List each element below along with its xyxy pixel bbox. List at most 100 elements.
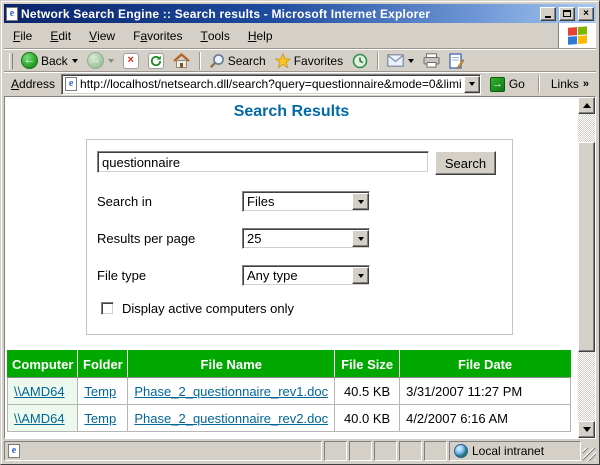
globe-icon: [454, 444, 468, 458]
results-header-row: Computer Folder File Name File Size File…: [8, 351, 571, 378]
header-file-name: File Name: [128, 351, 335, 378]
history-button[interactable]: [348, 51, 372, 71]
title-bar[interactable]: e Network Search Engine :: Search result…: [4, 4, 596, 23]
results-per-page-select[interactable]: 25: [242, 228, 370, 249]
active-computers-label: Display active computers only: [122, 301, 294, 316]
file-date-cell: 4/2/2007 6:16 AM: [400, 405, 571, 432]
header-file-date: File Date: [400, 351, 571, 378]
window-title: Network Search Engine :: Search results …: [21, 7, 537, 21]
header-file-size: File Size: [335, 351, 400, 378]
scrollbar-thumb[interactable]: [578, 142, 595, 352]
file-size-cell: 40.0 KB: [335, 405, 400, 432]
menu-help[interactable]: Help: [239, 23, 282, 48]
back-button[interactable]: ← Back: [17, 51, 82, 71]
mail-icon: [387, 54, 404, 67]
minimize-button[interactable]: [540, 7, 556, 21]
favorites-button[interactable]: Favorites: [271, 51, 347, 71]
go-arrow-icon: →: [490, 77, 505, 92]
table-row: \\AMD64 Temp Phase_2_questionnaire_rev1.…: [8, 378, 571, 405]
active-computers-checkbox[interactable]: [101, 302, 114, 315]
refresh-icon: [148, 53, 164, 69]
address-label-rest: ddress: [19, 77, 55, 91]
menu-items: File Edit View Favorites Tools Help: [4, 23, 558, 48]
refresh-button[interactable]: [144, 51, 168, 71]
file-date-cell: 3/31/2007 11:27 PM: [400, 378, 571, 405]
results-per-page-label: Results per page: [97, 231, 242, 246]
select-arrow-button[interactable]: [352, 230, 369, 247]
ie-page-icon: e: [8, 444, 20, 458]
search-form: questionnaire Search Search in Files Res…: [86, 139, 513, 335]
status-pane-main: e: [4, 441, 322, 461]
query-row: questionnaire Search: [97, 151, 512, 175]
browser-window: e Network Search Engine :: Search result…: [0, 0, 600, 465]
address-label: Address: [7, 77, 57, 91]
menu-edit[interactable]: Edit: [41, 23, 80, 48]
toolbar-separator: [538, 75, 539, 93]
scroll-up-button[interactable]: [578, 97, 595, 114]
address-dropdown-button[interactable]: [464, 76, 480, 93]
back-dropdown-icon: [72, 59, 78, 63]
address-url-text: http://localhost/netsearch.dll/search?qu…: [80, 77, 461, 91]
menu-view[interactable]: View: [80, 23, 124, 48]
computer-link[interactable]: \\AMD64: [14, 384, 65, 399]
folder-link[interactable]: Temp: [84, 411, 116, 426]
triangle-down-icon: [583, 427, 591, 432]
triangle-up-icon: [583, 103, 591, 108]
toolbar-grip[interactable]: [9, 53, 13, 69]
results-per-page-value: 25: [243, 231, 352, 246]
minimize-icon: [545, 16, 551, 18]
menu-tools[interactable]: Tools: [191, 23, 238, 48]
maximize-icon: [563, 10, 571, 17]
results-per-page-row: Results per page 25: [97, 228, 512, 249]
print-icon: [423, 53, 440, 68]
forward-icon: →: [87, 52, 104, 69]
mail-dropdown-icon: [408, 59, 414, 63]
status-pane: [424, 441, 447, 461]
toolbar-separator: [377, 52, 378, 70]
folder-link[interactable]: Temp: [84, 384, 116, 399]
resize-grip[interactable]: [583, 448, 596, 461]
vertical-scrollbar[interactable]: [578, 97, 595, 438]
header-computer: Computer: [8, 351, 78, 378]
go-button[interactable]: → Go: [485, 74, 530, 95]
file-name-link[interactable]: Phase_2_questionnaire_rev1.doc: [134, 384, 328, 399]
status-pane: [399, 441, 422, 461]
ie-page-icon: e: [65, 77, 77, 91]
back-label: Back: [41, 54, 68, 68]
file-size-cell: 40.5 KB: [335, 378, 400, 405]
file-name-link[interactable]: Phase_2_questionnaire_rev2.doc: [134, 411, 328, 426]
home-button[interactable]: [169, 51, 194, 71]
file-type-label: File type: [97, 268, 242, 283]
scroll-down-button[interactable]: [578, 421, 595, 438]
search-in-select[interactable]: Files: [242, 191, 370, 212]
menu-file[interactable]: File: [4, 23, 41, 48]
search-icon: [209, 53, 225, 69]
status-pane: [349, 441, 372, 461]
maximize-button[interactable]: [559, 7, 575, 21]
search-button-toolbar[interactable]: Search: [205, 51, 270, 71]
search-query-input[interactable]: questionnaire: [97, 151, 429, 173]
mail-button[interactable]: [383, 51, 418, 71]
computer-link[interactable]: \\AMD64: [14, 411, 65, 426]
menu-bar: File Edit View Favorites Tools Help: [4, 23, 596, 48]
select-arrow-button[interactable]: [352, 193, 369, 210]
address-input[interactable]: e http://localhost/netsearch.dll/search?…: [61, 74, 481, 95]
print-button[interactable]: [419, 51, 444, 71]
links-button[interactable]: Links »: [547, 77, 593, 91]
page-content: Search Results questionnaire Search Sear…: [4, 96, 596, 439]
search-submit-button[interactable]: Search: [435, 151, 496, 175]
file-type-select[interactable]: Any type: [242, 265, 370, 286]
history-icon: [352, 53, 368, 69]
chevron-right-icon: »: [583, 78, 589, 90]
chevron-down-icon: [469, 82, 475, 86]
close-button[interactable]: ×: [578, 7, 594, 21]
edit-button[interactable]: [445, 51, 468, 71]
menu-favorites[interactable]: Favorites: [124, 23, 191, 48]
status-zone-pane: Local intranet: [449, 441, 581, 461]
stop-button[interactable]: ×: [119, 51, 143, 71]
select-arrow-button[interactable]: [352, 267, 369, 284]
forward-button[interactable]: →: [83, 51, 118, 71]
stop-icon: ×: [123, 53, 139, 69]
search-in-label: Search in: [97, 194, 242, 209]
search-label: Search: [228, 54, 266, 68]
